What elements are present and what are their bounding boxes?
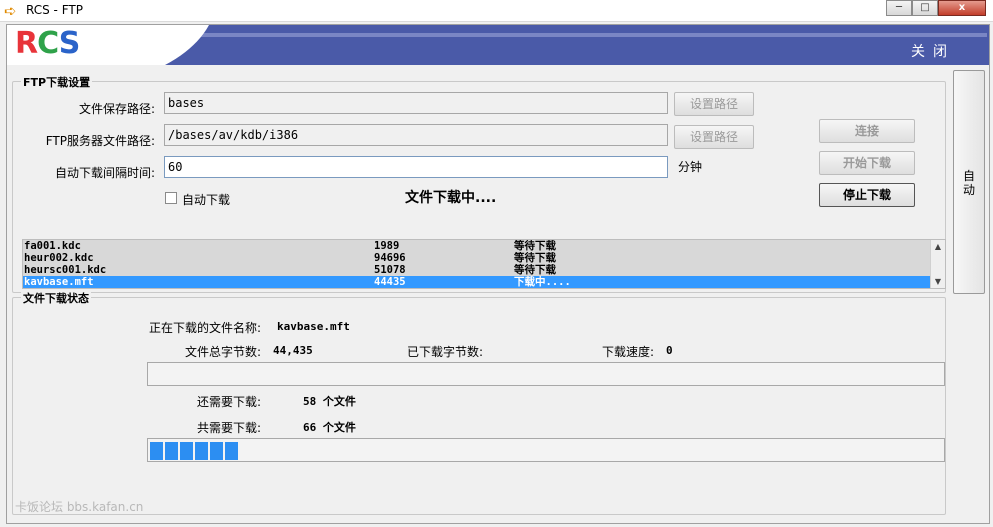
title-bar: ➪ RCS - FTP ─ □ x <box>0 0 993 22</box>
download-status-text: 文件下载中.... <box>405 190 497 206</box>
progress-segment <box>150 442 163 460</box>
progress-segment <box>225 442 238 460</box>
stop-download-button[interactable]: 停止下载 <box>819 183 915 207</box>
banner-stripe <box>107 33 987 37</box>
file-name: kavbase.mft <box>24 276 94 288</box>
server-path-label: FTP服务器文件路径: <box>45 134 155 148</box>
close-link[interactable]: 关闭 <box>911 41 955 61</box>
file-progress-bar <box>147 362 945 386</box>
speed-label: 下载速度: <box>602 345 655 359</box>
save-path-field[interactable]: bases <box>164 92 668 114</box>
client-area: RCS 关闭 FTP下载设置 文件保存路径: bases 设置路径 FTP服务器… <box>6 24 990 524</box>
logo-letter-s: S <box>58 26 81 61</box>
speed-value: 0 <box>666 344 673 357</box>
file-name: heur002.kdc <box>24 252 94 264</box>
scroll-up-icon[interactable]: ▲ <box>931 242 945 251</box>
maximize-button[interactable]: □ <box>912 0 938 16</box>
header-banner: RCS 关闭 <box>7 25 989 65</box>
app-arrow-icon: ➪ <box>4 2 17 20</box>
total-bytes-label: 文件总字节数: <box>185 345 262 359</box>
rcs-logo: RCS <box>15 26 81 61</box>
total-label: 共需要下载: <box>197 421 262 435</box>
file-list[interactable]: fa001.kdc 1989 等待下载 heur002.kdc 94696 等待… <box>22 239 946 289</box>
list-item[interactable]: fa001.kdc 1989 等待下载 <box>23 240 931 252</box>
window-title: RCS - FTP <box>26 3 83 17</box>
overall-progress-bar <box>147 438 945 462</box>
scroll-down-icon[interactable]: ▼ <box>931 277 945 286</box>
logo-letter-r: R <box>15 26 38 61</box>
total-value: 66 个文件 <box>303 421 356 434</box>
file-status: 等待下载 <box>514 252 556 264</box>
connect-button[interactable]: 连接 <box>819 119 915 143</box>
progress-segment <box>165 442 178 460</box>
file-size: 94696 <box>374 252 406 264</box>
auto-side-button[interactable]: 自动 <box>953 70 985 294</box>
remaining-value: 58 个文件 <box>303 395 356 408</box>
list-scrollbar[interactable]: ▲ ▼ <box>930 240 945 288</box>
current-file-value: kavbase.mft <box>277 320 350 333</box>
list-item[interactable]: heur002.kdc 94696 等待下载 <box>23 252 931 264</box>
remaining-label: 还需要下载: <box>197 395 262 409</box>
file-status: 等待下载 <box>514 264 556 276</box>
progress-segment <box>210 442 223 460</box>
auto-download-checkbox[interactable] <box>165 192 177 204</box>
banner-curve <box>77 25 217 65</box>
file-status: 等待下载 <box>514 240 556 252</box>
save-path-label: 文件保存路径: <box>78 102 155 116</box>
close-window-button[interactable]: x <box>938 0 986 16</box>
interval-input[interactable]: 60 <box>164 156 668 178</box>
server-path-field[interactable]: /bases/av/kdb/i386 <box>164 124 668 146</box>
file-size: 44435 <box>374 276 406 288</box>
interval-label: 自动下载间隔时间: <box>54 166 155 180</box>
ftp-settings-title: FTP下载设置 <box>21 74 93 90</box>
current-file-label: 正在下载的文件名称: <box>149 321 262 335</box>
file-size: 1989 <box>374 240 400 252</box>
list-item-selected[interactable]: kavbase.mft 44435 下载中.... <box>23 276 931 288</box>
file-size: 51078 <box>374 264 406 276</box>
set-save-path-button[interactable]: 设置路径 <box>674 92 754 116</box>
auto-side-label: 自动 <box>963 169 976 197</box>
downloaded-bytes-label: 已下载字节数: <box>407 345 484 359</box>
logo-letter-c: C <box>37 26 60 61</box>
file-status: 下载中.... <box>514 276 571 288</box>
interval-unit: 分钟 <box>678 160 703 174</box>
download-status-title: 文件下载状态 <box>21 290 91 306</box>
progress-segment <box>180 442 193 460</box>
file-name: fa001.kdc <box>24 240 81 252</box>
list-item[interactable]: heursc001.kdc 51078 等待下载 <box>23 264 931 276</box>
forum-watermark: 卡饭论坛 bbs.kafan.cn <box>15 500 144 514</box>
file-name: heursc001.kdc <box>24 264 107 276</box>
total-bytes-value: 44,435 <box>273 344 313 357</box>
minimize-button[interactable]: ─ <box>886 0 912 16</box>
start-download-button[interactable]: 开始下载 <box>819 151 915 175</box>
progress-segment <box>195 442 208 460</box>
set-server-path-button[interactable]: 设置路径 <box>674 125 754 149</box>
auto-download-label[interactable]: 自动下载 <box>182 191 230 208</box>
